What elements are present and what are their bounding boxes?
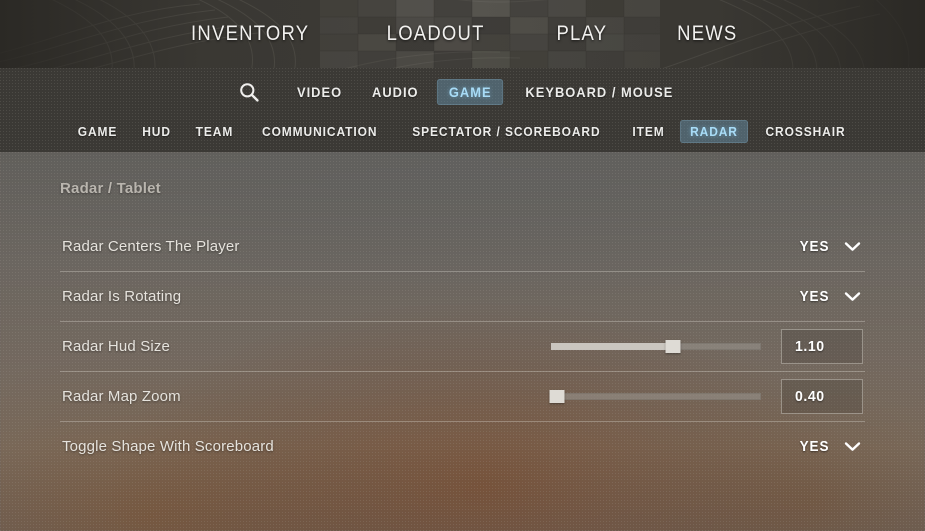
- setting-row-radar-centers-the-player[interactable]: Radar Centers The Player YES: [60, 221, 865, 271]
- setting-control: 0.40: [549, 378, 863, 414]
- subtab-radar[interactable]: RADAR: [680, 119, 749, 143]
- section-title: Radar / Tablet: [60, 180, 161, 197]
- slider-handle[interactable]: [665, 340, 681, 353]
- search-button[interactable]: [232, 77, 266, 107]
- dropdown-toggle-shape-with-scoreboard[interactable]: YES: [790, 435, 863, 458]
- dropdown-radar-centers-the-player[interactable]: YES: [790, 235, 863, 258]
- setting-label: Radar Centers The Player: [62, 237, 240, 255]
- setting-label: Radar Map Zoom: [62, 387, 181, 405]
- settings-tabs-region: VIDEO AUDIO GAME KEYBOARD / MOUSE GAME H…: [0, 68, 925, 152]
- subtab-crosshair[interactable]: CROSSHAIR: [755, 120, 855, 143]
- setting-row-radar-map-zoom[interactable]: Radar Map Zoom 0.40: [60, 371, 865, 421]
- top-navigation: INVENTORY LOADOUT PLAY NEWS: [0, 0, 925, 68]
- setting-label: Toggle Shape With Scoreboard: [62, 437, 274, 455]
- subtab-hud[interactable]: HUD: [132, 120, 181, 143]
- chevron-down-icon: [844, 441, 861, 451]
- settings-list: Radar / Tablet Radar Centers The Player …: [0, 152, 925, 471]
- setting-row-toggle-shape-with-scoreboard[interactable]: Toggle Shape With Scoreboard YES: [60, 421, 865, 471]
- setting-row-radar-hud-size[interactable]: Radar Hud Size 1.10: [60, 321, 865, 371]
- dropdown-value: YES: [799, 237, 830, 255]
- tab-audio[interactable]: AUDIO: [360, 79, 430, 105]
- settings-category-tabs: VIDEO AUDIO GAME KEYBOARD / MOUSE: [0, 68, 925, 112]
- subtab-item[interactable]: ITEM: [622, 120, 674, 143]
- tab-video[interactable]: VIDEO: [285, 79, 354, 105]
- top-nav-item-play[interactable]: PLAY: [551, 18, 612, 50]
- dropdown-radar-is-rotating[interactable]: YES: [790, 285, 863, 308]
- subtab-team[interactable]: TEAM: [186, 120, 244, 143]
- value-box-radar-map-zoom[interactable]: 0.40: [781, 378, 863, 414]
- search-icon: [240, 83, 259, 102]
- top-nav-item-inventory[interactable]: INVENTORY: [186, 18, 315, 50]
- slider-radar-map-zoom[interactable]: [549, 390, 761, 403]
- slider-group-radar-map-zoom: 0.40: [549, 378, 863, 414]
- top-nav-item-news[interactable]: NEWS: [672, 18, 743, 50]
- value-box-radar-hud-size[interactable]: 1.10: [781, 328, 863, 364]
- dropdown-value: YES: [799, 437, 830, 455]
- setting-control: 1.10: [551, 328, 863, 364]
- dropdown-value: YES: [799, 287, 830, 305]
- settings-content-panel: Radar / Tablet Radar Centers The Player …: [0, 152, 925, 531]
- subtab-game[interactable]: GAME: [67, 120, 127, 143]
- setting-label: Radar Hud Size: [62, 337, 170, 355]
- slider-fill: [551, 343, 673, 350]
- setting-control: YES: [790, 435, 863, 458]
- settings-sub-tabs: GAME HUD TEAM COMMUNICATION SPECTATOR / …: [0, 112, 925, 150]
- slider-handle[interactable]: [549, 390, 565, 403]
- settings-screen: INVENTORY LOADOUT PLAY NEWS VIDEO AUDIO …: [0, 0, 925, 531]
- chevron-down-icon: [844, 241, 861, 251]
- top-banner: INVENTORY LOADOUT PLAY NEWS: [0, 0, 925, 68]
- value-text: 1.10: [794, 337, 825, 355]
- subtab-communication[interactable]: COMMUNICATION: [252, 120, 388, 143]
- setting-row-radar-is-rotating[interactable]: Radar Is Rotating YES: [60, 271, 865, 321]
- subtab-spectator-scoreboard[interactable]: SPECTATOR / SCOREBOARD: [402, 120, 611, 143]
- value-text: 0.40: [794, 387, 825, 405]
- tab-game[interactable]: GAME: [436, 79, 504, 105]
- tab-keyboard-mouse[interactable]: KEYBOARD / MOUSE: [514, 79, 686, 105]
- slider-radar-hud-size[interactable]: [551, 340, 761, 353]
- slider-track: [551, 393, 761, 400]
- top-nav-item-loadout[interactable]: LOADOUT: [381, 18, 490, 50]
- setting-label: Radar Is Rotating: [62, 287, 182, 305]
- slider-group-radar-hud-size: 1.10: [551, 328, 863, 364]
- setting-control: YES: [790, 285, 863, 308]
- settings-rows: Radar Centers The Player YES Radar Is Ro…: [60, 221, 865, 471]
- setting-control: YES: [790, 235, 863, 258]
- chevron-down-icon: [844, 291, 861, 301]
